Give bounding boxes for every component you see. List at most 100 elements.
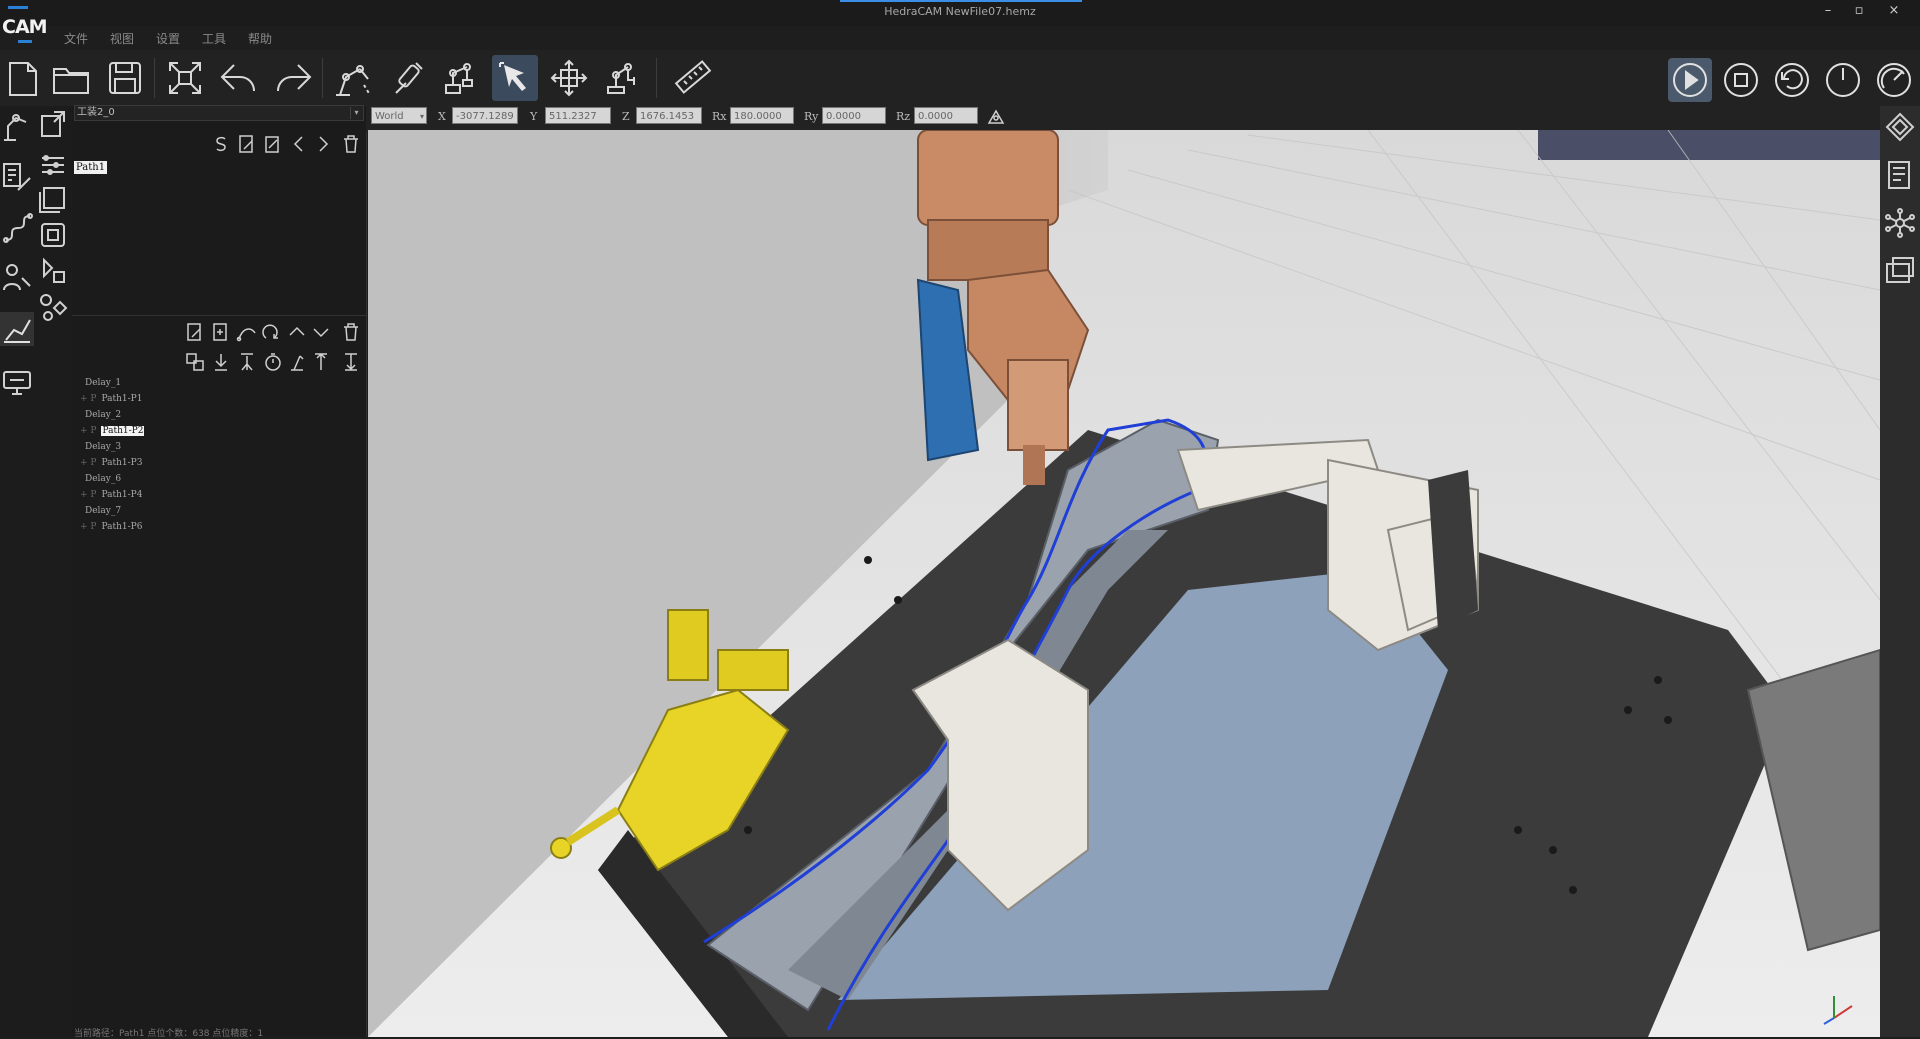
minimize-button[interactable]: – — [1817, 3, 1839, 18]
frame-select-value: World — [375, 111, 404, 122]
timer-icon[interactable] — [262, 351, 284, 373]
tree-item-label: Delay_7 — [85, 506, 122, 516]
x-field[interactable]: -3077.1289 — [452, 107, 518, 124]
menu-tools[interactable]: 工具 — [202, 30, 226, 47]
torch-icon[interactable] — [384, 55, 430, 101]
chevron-right-icon[interactable] — [312, 133, 334, 155]
rx-field[interactable]: 180.0000 — [730, 107, 794, 124]
menu-view[interactable]: 视图 — [110, 30, 134, 47]
expand-icon[interactable]: + P — [80, 394, 96, 404]
menu-file[interactable]: 文件 — [64, 30, 88, 47]
path-list-icon[interactable] — [36, 148, 70, 182]
tree-item-label: Delay_2 — [85, 410, 122, 420]
tree-item[interactable]: Delay_7 — [80, 505, 121, 517]
ruler-icon[interactable] — [670, 55, 716, 101]
import-model-icon[interactable] — [36, 108, 70, 142]
tree-item[interactable]: Delay_1 — [80, 377, 121, 389]
tree-item[interactable]: + P Path1-P6 — [80, 521, 142, 533]
lift-icon[interactable] — [310, 351, 332, 373]
edit-path-icon[interactable] — [0, 160, 34, 194]
lock-axes-icon[interactable] — [986, 107, 1006, 125]
z-field[interactable]: 1676.1453 — [636, 107, 702, 124]
path-tree-panel — [72, 106, 367, 1037]
tree-item-selected[interactable]: + P Path1-P2 — [80, 425, 145, 437]
status-text: 当前路径：Path1 点位个数：638 点位精度：1 — [74, 1029, 264, 1039]
robot-library-icon[interactable] — [0, 110, 34, 144]
s-icon[interactable] — [210, 133, 232, 155]
expand-icon[interactable]: + P — [80, 490, 96, 500]
layers-icon[interactable] — [36, 182, 70, 216]
curve-icon[interactable] — [236, 321, 258, 343]
edit-point-icon[interactable] — [184, 321, 206, 343]
y-field[interactable]: 511.2327 — [545, 107, 611, 124]
rz-field[interactable]: 0.0000 — [914, 107, 978, 124]
trajectory-icon[interactable] — [0, 212, 34, 246]
copy-doc-icon[interactable] — [262, 133, 284, 155]
workspace-select[interactable]: 工装2_0 ▾ — [74, 105, 364, 121]
menu-help[interactable]: 帮助 — [248, 30, 272, 47]
undo-icon[interactable] — [216, 55, 262, 101]
tree-item[interactable]: + P Path1-P1 — [80, 393, 142, 405]
fit-view-icon[interactable] — [162, 55, 208, 101]
network-icon[interactable] — [1883, 206, 1917, 240]
toolbar-separator — [656, 58, 657, 98]
robot-tool-icon[interactable] — [438, 55, 484, 101]
chevron-up-icon[interactable] — [286, 321, 308, 343]
retract-icon[interactable] — [236, 351, 258, 373]
trash-icon[interactable] — [340, 133, 362, 155]
trash-icon[interactable] — [340, 321, 362, 343]
robot-base-icon[interactable] — [600, 55, 646, 101]
power-icon[interactable] — [1821, 58, 1865, 102]
tree-item[interactable]: + P Path1-P3 — [80, 457, 142, 469]
speed-gauge-icon[interactable] — [1872, 58, 1916, 102]
title-accent-line — [840, 0, 1082, 2]
reset-icon[interactable] — [1770, 58, 1814, 102]
edit-doc-icon[interactable] — [236, 133, 258, 155]
tree-item[interactable]: Delay_3 — [80, 441, 121, 453]
chevron-down-icon: ▾ — [419, 112, 424, 121]
tree-item[interactable]: Delay_2 — [80, 409, 121, 421]
transform-icon[interactable] — [36, 254, 70, 288]
ry-label: Ry — [804, 110, 819, 123]
simulation-icon[interactable] — [0, 312, 34, 346]
frame-icon[interactable] — [36, 218, 70, 252]
translate-icon[interactable] — [184, 351, 206, 373]
play-icon[interactable] — [1668, 58, 1712, 102]
rotate-point-icon[interactable] — [260, 321, 282, 343]
align-icon[interactable] — [340, 351, 362, 373]
ry-field[interactable]: 0.0000 — [822, 107, 886, 124]
expand-icon[interactable]: + P — [80, 426, 96, 436]
tool-library-icon[interactable] — [0, 260, 34, 294]
select-arrow-icon[interactable] — [492, 55, 538, 101]
chevron-down-icon[interactable]: ▾ — [350, 107, 362, 119]
approach-icon[interactable] — [210, 351, 232, 373]
report-icon[interactable] — [1883, 158, 1917, 192]
insert-point-icon[interactable] — [210, 321, 232, 343]
redo-icon[interactable] — [270, 55, 316, 101]
tree-item[interactable]: Delay_6 — [80, 473, 121, 485]
tree-item[interactable]: + P Path1-P4 — [80, 489, 142, 501]
view-cube-icon[interactable] — [1883, 110, 1917, 144]
expand-icon[interactable]: + P — [80, 458, 96, 468]
new-file-icon[interactable] — [0, 55, 46, 101]
close-button[interactable]: × — [1883, 3, 1905, 18]
menu-settings[interactable]: 设置 — [156, 30, 180, 47]
expand-icon[interactable]: + P — [80, 522, 96, 532]
save-icon[interactable] — [102, 55, 148, 101]
maximize-button[interactable]: ▫ — [1848, 3, 1870, 18]
post-process-icon[interactable] — [0, 366, 34, 400]
open-folder-icon[interactable] — [48, 55, 94, 101]
robot-path-icon[interactable] — [330, 55, 376, 101]
tree-item-label: Path1-P4 — [101, 490, 143, 500]
chevron-left-icon[interactable] — [288, 133, 310, 155]
group-icon[interactable] — [36, 290, 70, 324]
stop-icon[interactable] — [1719, 58, 1763, 102]
tilt-icon[interactable] — [286, 351, 308, 373]
move-gizmo-icon[interactable] — [546, 55, 592, 101]
chevron-down-icon[interactable] — [310, 321, 332, 343]
path-tag[interactable]: Path1 — [74, 161, 108, 174]
frame-select[interactable]: World ▾ — [371, 107, 427, 124]
3d-viewport[interactable] — [368, 130, 1880, 1037]
rx-label: Rx — [712, 110, 727, 123]
screen-capture-icon[interactable] — [1883, 254, 1917, 288]
